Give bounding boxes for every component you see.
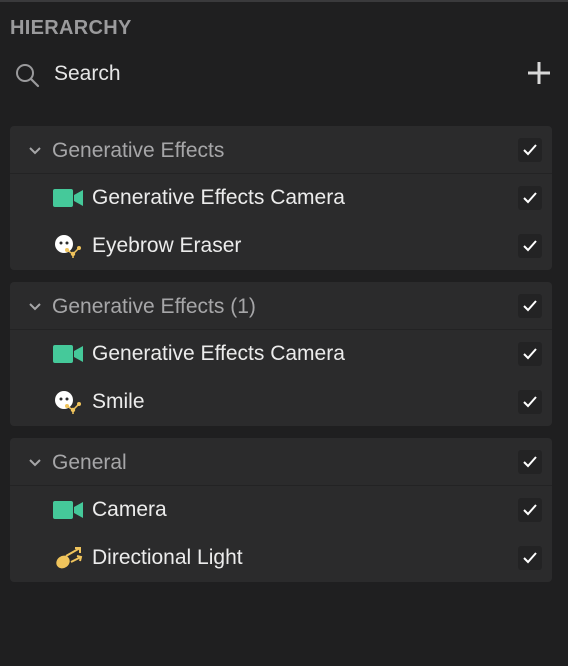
search-input[interactable]: Search xyxy=(54,62,121,86)
visibility-checkbox[interactable] xyxy=(518,342,542,366)
group-label: General xyxy=(52,451,127,474)
check-icon xyxy=(523,396,537,408)
visibility-checkbox[interactable] xyxy=(518,294,542,318)
scene-group: General Camera Directional Light xyxy=(10,438,552,582)
visibility-checkbox[interactable] xyxy=(518,186,542,210)
camera-icon xyxy=(53,345,83,363)
scene-group: Generative Effects Generative Effects Ca… xyxy=(10,126,552,270)
item-label: Generative Effects Camera xyxy=(92,342,345,365)
check-icon xyxy=(523,240,537,252)
face-effect-icon xyxy=(55,391,81,414)
chevron-down-icon[interactable] xyxy=(28,456,42,470)
panel-top-border xyxy=(0,0,568,2)
list-item[interactable]: Camera xyxy=(10,486,552,534)
check-icon xyxy=(523,456,537,468)
camera-icon xyxy=(53,189,83,207)
directional-light-icon xyxy=(56,547,83,569)
camera-icon xyxy=(53,501,83,519)
item-label: Eyebrow Eraser xyxy=(92,234,242,257)
visibility-checkbox[interactable] xyxy=(518,546,542,570)
item-label: Generative Effects Camera xyxy=(92,186,345,209)
list-item[interactable]: Generative Effects Camera xyxy=(10,174,552,222)
visibility-checkbox[interactable] xyxy=(518,498,542,522)
chevron-down-icon[interactable] xyxy=(28,300,42,314)
check-icon xyxy=(523,144,537,156)
chevron-down-icon[interactable] xyxy=(28,144,42,158)
group-label: Generative Effects xyxy=(52,139,225,162)
search-bar[interactable]: Search xyxy=(14,58,554,92)
add-object-button[interactable] xyxy=(526,60,552,86)
list-item[interactable]: Smile xyxy=(10,378,552,426)
panel-title: HIERARCHY xyxy=(10,17,132,39)
hierarchy-tree: Generative Effects Generative Effects Ca… xyxy=(10,126,552,594)
item-label: Smile xyxy=(92,390,145,413)
list-item[interactable]: Generative Effects Camera xyxy=(10,330,552,378)
list-item[interactable]: Eyebrow Eraser xyxy=(10,222,552,270)
visibility-checkbox[interactable] xyxy=(518,390,542,414)
visibility-checkbox[interactable] xyxy=(518,234,542,258)
group-header[interactable]: Generative Effects (1) xyxy=(10,282,552,330)
face-effect-icon xyxy=(55,235,81,258)
check-icon xyxy=(523,504,537,516)
visibility-checkbox[interactable] xyxy=(518,450,542,474)
search-icon xyxy=(16,64,40,88)
visibility-checkbox[interactable] xyxy=(518,138,542,162)
item-label: Directional Light xyxy=(92,546,243,569)
item-label: Camera xyxy=(92,498,167,521)
check-icon xyxy=(523,348,537,360)
scene-group: Generative Effects (1) Generative Effect… xyxy=(10,282,552,426)
check-icon xyxy=(523,300,537,312)
group-header[interactable]: Generative Effects xyxy=(10,126,552,174)
list-item[interactable]: Directional Light xyxy=(10,534,552,582)
check-icon xyxy=(523,552,537,564)
check-icon xyxy=(523,192,537,204)
group-header[interactable]: General xyxy=(10,438,552,486)
group-label: Generative Effects (1) xyxy=(52,295,256,318)
